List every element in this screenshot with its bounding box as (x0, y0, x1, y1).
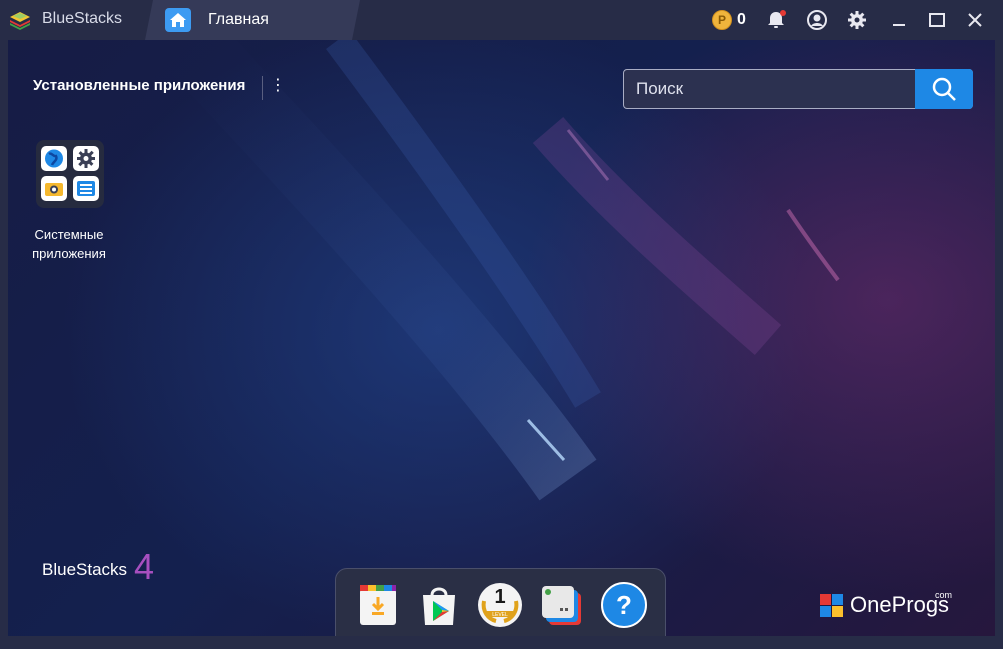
multi-instance-icon[interactable] (537, 581, 585, 629)
title-divider (262, 76, 263, 100)
app-name: BlueStacks (42, 10, 123, 27)
app-system-apps[interactable]: Системные приложения (14, 140, 124, 270)
search-box (623, 69, 973, 109)
search-icon (932, 77, 956, 101)
oneprogs-suffix: com (935, 590, 953, 600)
app-center-download-icon[interactable] (354, 581, 402, 629)
bell-icon[interactable] (765, 9, 787, 31)
system-apps-folder-icon (36, 140, 104, 208)
wallpaper-streaks (162, 40, 840, 501)
google-play-icon[interactable] (415, 581, 463, 629)
maximize-icon[interactable] (926, 9, 948, 31)
help-icon[interactable]: ? (600, 581, 648, 629)
bluestacks4-logo: BlueStacks 4 (42, 546, 154, 587)
oneprogs-logo-icon (820, 594, 843, 617)
bluestacks4-logo-text: BlueStacks (42, 560, 128, 579)
window-frame-left (0, 40, 8, 636)
coin-symbol: P (718, 13, 727, 27)
help-glyph: ? (616, 590, 632, 620)
search-button[interactable] (915, 69, 973, 109)
level-number: 1 (494, 586, 506, 608)
window-frame-right (995, 40, 1003, 636)
close-icon[interactable] (964, 9, 986, 31)
installed-apps-title: Установленные приложения (33, 77, 246, 94)
gear-icon[interactable] (846, 9, 868, 31)
user-circle-icon[interactable] (806, 9, 828, 31)
level-badge-icon[interactable]: 1 LEVEL (476, 581, 524, 629)
level-caption: LEVEL (492, 612, 508, 618)
oneprogs-watermark: OneProgs com (820, 590, 980, 618)
home-icon (165, 8, 191, 32)
coin-count: 0 (737, 11, 746, 28)
minimize-icon[interactable] (888, 9, 910, 31)
tab-home[interactable]: Главная (145, 0, 360, 40)
kebab-menu-icon[interactable]: ⋮ (270, 77, 286, 97)
app-dock: 1 LEVEL ? (335, 568, 666, 636)
title-bar: BlueStacks Главная P 0 (0, 0, 1003, 40)
search-input[interactable] (624, 70, 914, 108)
home-screen: Установленные приложения ⋮ Поиск Системн… (8, 40, 995, 636)
bluestacks4-version: 4 (134, 546, 155, 587)
coin-icon[interactable]: P (712, 10, 732, 30)
bluestacks-layers-icon[interactable] (8, 8, 32, 32)
app-label: Системные приложения (32, 227, 106, 261)
window-frame-bottom (0, 636, 1003, 649)
tab-home-label: Главная (208, 11, 269, 28)
